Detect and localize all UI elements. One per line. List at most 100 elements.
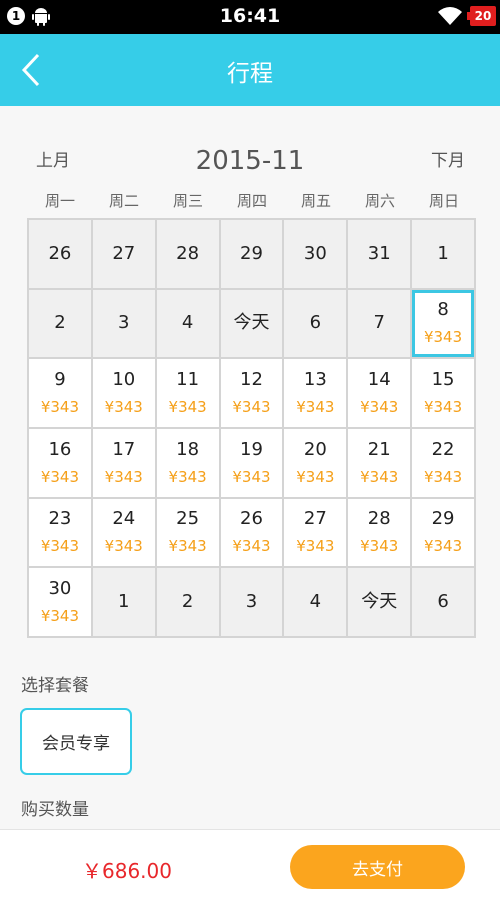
day-price: ¥343 [423,537,463,556]
weekday-header: 周一 周二 周三 周四 周五 周六 周日 [28,190,476,212]
calendar-day: 27 [92,220,157,290]
checkout-bar: ￥686.00 去支付 [0,829,500,901]
weekday-label: 周三 [172,192,203,210]
weekday-label: 周四 [236,192,267,210]
next-month-button[interactable]: 下月 [431,146,465,171]
calendar-day[interactable]: 16 ¥343 [29,428,93,499]
calendar-day[interactable]: 17 ¥343 [92,428,157,499]
calendar-day: 今天 [348,568,413,638]
calendar-day[interactable]: 9 ¥343 [29,359,93,429]
day-number: 30 [48,578,72,600]
day-price: ¥343 [296,467,335,486]
day-number: 10 [112,369,136,391]
pay-button[interactable]: 去支付 [290,845,465,889]
day-number: 26 [240,508,263,530]
calendar-day[interactable]: 20 ¥343 [284,428,349,499]
calendar-day: 29 [220,220,285,290]
day-price: ¥343 [360,467,399,486]
calendar-day[interactable]: 12 ¥343 [220,359,285,429]
calendar-day: 26 [29,220,93,290]
day-number: 4 [181,312,194,334]
calendar-day[interactable]: 25 ¥343 [156,498,221,569]
day-number: 6 [309,312,322,334]
day-number: 29 [240,242,263,264]
calendar-day: 2 [156,568,221,638]
weekday-label: 周日 [428,192,459,210]
day-price: ¥343 [168,537,207,556]
day-price: ¥343 [423,467,463,486]
quantity-label: 购买数量 [21,800,89,820]
calendar-day[interactable]: 11 ¥343 [156,359,221,429]
day-number: 11 [176,369,200,391]
weekday-label: 周二 [108,192,139,210]
day-number: 15 [431,369,455,391]
calendar-day: 4 [156,289,221,360]
day-price: ¥343 [40,467,80,486]
calendar-day[interactable]: 26 ¥343 [220,498,285,569]
day-price: ¥343 [232,398,271,417]
calendar-day[interactable]: 14 ¥343 [348,359,413,429]
calendar-day[interactable]: 10 ¥343 [92,359,157,429]
day-number: 26 [48,242,72,264]
calendar-day[interactable]: 28 ¥343 [348,498,413,569]
day-price: ¥343 [104,467,143,486]
weekday-label: 周五 [300,192,331,210]
day-number: 13 [303,369,327,391]
calendar-day: 1 [412,220,476,290]
status-bar: 1 16:41 20 [0,0,500,34]
day-price: ¥343 [168,467,207,486]
wifi-icon [438,6,462,30]
calendar-day[interactable]: 24 ¥343 [92,498,157,569]
day-number: 4 [309,591,322,613]
package-option-member[interactable]: 会员专享 [20,708,132,775]
calendar-day: 3 [220,568,285,638]
calendar-day[interactable]: 30 ¥343 [29,568,93,638]
day-price: ¥343 [423,328,463,347]
battery-icon: 20 [467,6,496,26]
calendar-day: 6 [412,568,476,638]
day-price: ¥343 [168,398,207,417]
page-title: 行程 [227,61,273,87]
calendar-day: 今天 [220,289,285,360]
day-price: ¥343 [423,398,463,417]
day-price: ¥343 [360,537,399,556]
total-price: ￥686.00 [82,859,172,883]
calendar-day[interactable]: 19 ¥343 [220,428,285,499]
calendar-day[interactable]: 8 ¥343 [412,289,476,360]
calendar-day[interactable]: 27 ¥343 [284,498,349,569]
day-number: 6 [437,591,449,613]
calendar-day: 28 [156,220,221,290]
day-price: ¥343 [40,607,80,626]
calendar-day[interactable]: 18 ¥343 [156,428,221,499]
day-number: 22 [431,438,455,460]
calendar-day[interactable]: 23 ¥343 [29,498,93,569]
calendar-day[interactable]: 29 ¥343 [412,498,476,569]
calendar-day[interactable]: 13 ¥343 [284,359,349,429]
calendar-grid: 26 27 28 29 30 31 1 2 3 4 今天 6 7 8 ¥343 9 ¥343 10 ¥343 11 ¥3… [27,218,476,638]
day-price: ¥343 [232,537,271,556]
status-time: 16:41 [219,5,281,27]
weekday-label: 周六 [364,192,395,210]
calendar-day[interactable]: 15 ¥343 [412,359,476,429]
day-price: ¥343 [104,398,143,417]
day-number: 31 [367,242,391,264]
day-number: 3 [245,591,258,613]
day-number: 1 [118,591,130,613]
package-label: 选择套餐 [21,676,89,696]
day-number: 25 [176,508,200,530]
day-number: 今天 [233,312,270,334]
calendar-day[interactable]: 22 ¥343 [412,428,476,499]
day-number: 17 [112,438,136,460]
calendar-day[interactable]: 21 ¥343 [348,428,413,499]
month-title: 2015-11 [195,146,305,176]
day-number: 19 [240,438,263,460]
day-number: 20 [303,438,327,460]
day-number: 30 [303,242,327,264]
day-number: 27 [112,242,136,264]
day-price: ¥343 [40,398,80,417]
day-price: ¥343 [296,537,335,556]
day-number: 29 [431,508,455,530]
calendar-day: 7 [348,289,413,360]
calendar-day: 6 [284,289,349,360]
day-number: 2 [181,591,194,613]
